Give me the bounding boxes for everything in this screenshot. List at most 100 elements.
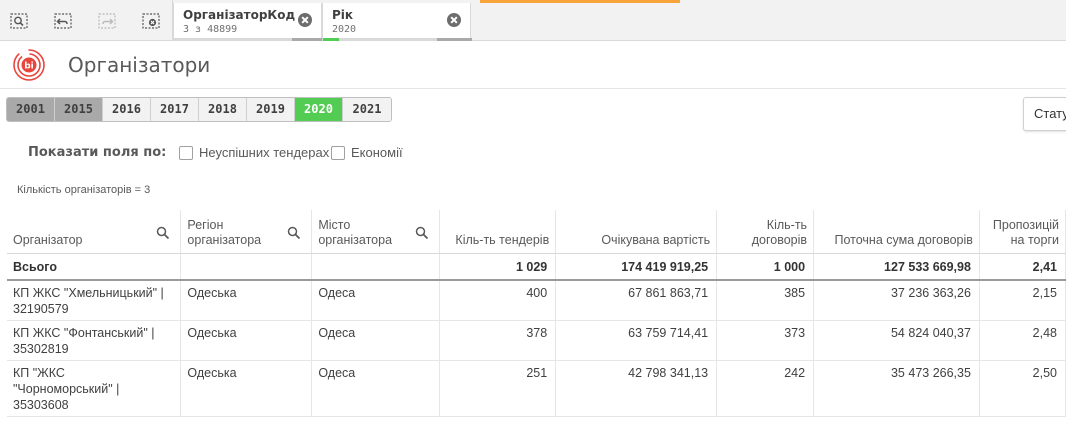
year-button-2015[interactable]: 2015 xyxy=(55,98,103,121)
chip-value: 3 з 48899 xyxy=(183,24,238,35)
chip-title: ОрганізаторКод xyxy=(183,8,296,22)
organizer-cell[interactable]: КП ЖКС "Хмельницький" | 32190579 xyxy=(7,280,182,321)
tenders-cell: 251 xyxy=(439,360,557,417)
close-icon[interactable] xyxy=(298,13,312,27)
expected-value-cell: 67 861 863,71 xyxy=(555,280,718,321)
bids-cell: 2,15 xyxy=(979,280,1066,321)
organizer-name-line: КП "ЖКС xyxy=(13,366,65,380)
step-back-icon[interactable] xyxy=(51,9,73,31)
year-button-2001[interactable]: 2001 xyxy=(7,98,55,121)
app-logo: bi xyxy=(12,48,46,82)
year-button-2017[interactable]: 2017 xyxy=(151,98,199,121)
chip-title: Рік xyxy=(332,8,354,22)
chip-excluded-bar xyxy=(292,38,323,41)
selection-accent-line xyxy=(480,0,680,3)
checkbox-failed-tenders-label[interactable]: Неуспішних тендерах xyxy=(199,145,329,160)
column-header-city[interactable]: Місто організатора xyxy=(311,210,441,254)
column-header-label: Кіль-ть xyxy=(766,217,808,232)
expected-value-cell: 63 759 714,41 xyxy=(555,320,718,361)
checkbox-savings-label[interactable]: Економії xyxy=(351,145,403,160)
page-title: Організатори xyxy=(68,53,211,77)
year-button-2020[interactable]: 2020 xyxy=(295,98,343,121)
column-header-label: на торги xyxy=(1010,232,1059,247)
year-filter: 2001 2015 2016 2017 2018 2019 2020 2021 xyxy=(6,97,392,122)
checkbox-savings[interactable] xyxy=(331,146,345,160)
organizer-name-line: "Чорноморський" | xyxy=(13,382,120,396)
search-icon[interactable] xyxy=(415,226,429,240)
bids-cell: 2,48 xyxy=(979,320,1066,361)
organizer-code-line: 35302819 xyxy=(13,342,69,356)
region-cell[interactable]: Одеська xyxy=(180,280,313,321)
year-button-2018[interactable]: 2018 xyxy=(199,98,247,121)
chip-value: 2020 xyxy=(332,24,357,35)
organizer-code-line: 35303608 xyxy=(13,398,69,412)
table-row[interactable]: КП ЖКС "Фонтанський" | 35302819 Одеська … xyxy=(7,320,1066,361)
year-button-2021[interactable]: 2021 xyxy=(343,98,391,121)
column-header-label: Поточна сума договорів xyxy=(834,232,973,247)
column-header-label: Очікувана вартість xyxy=(601,232,711,247)
organizer-cell[interactable]: КП ЖКС "Фонтанський" | 35302819 xyxy=(7,320,182,361)
totals-row: Всього 1 029 174 419 919,25 1 000 127 53… xyxy=(7,253,1066,281)
total-expected-value: 174 419 919,25 xyxy=(555,253,718,281)
city-cell[interactable]: Одеса xyxy=(311,320,441,361)
city-cell[interactable]: Одеса xyxy=(311,280,441,321)
sort-descending-icon xyxy=(509,253,517,254)
total-bids: 2,41 xyxy=(979,253,1066,281)
organizer-cell[interactable]: КП "ЖКС "Чорноморський" | 35303608 xyxy=(7,360,182,417)
table-cell xyxy=(311,253,441,281)
column-header-label: договорів xyxy=(751,232,808,247)
selection-bar: ОрганізаторКод 3 з 48899 Рік 2020 xyxy=(0,0,1066,41)
organizers-count: Кількість організаторів = 3 xyxy=(17,184,151,196)
column-header-label: Організатор xyxy=(13,232,83,247)
year-button-2019[interactable]: 2019 xyxy=(247,98,295,121)
column-header-contracts[interactable]: Кіль-ть договорів xyxy=(716,210,815,254)
smart-search-icon[interactable] xyxy=(7,9,29,31)
column-header-label: Кіль-ть тендерів xyxy=(455,232,550,247)
column-header-label: Пропозицій xyxy=(992,217,1059,232)
total-contracts: 1 000 xyxy=(716,253,815,281)
organizer-name-line: КП ЖКС "Хмельницький" | xyxy=(13,286,164,300)
total-contracts-sum: 127 533 669,98 xyxy=(813,253,980,281)
table-row[interactable]: КП ЖКС "Хмельницький" | 32190579 Одеська… xyxy=(7,280,1066,321)
contracts-sum-cell: 54 824 040,37 xyxy=(813,320,980,361)
column-header-tenders[interactable]: Кіль-ть тендерів xyxy=(439,210,557,254)
search-icon[interactable] xyxy=(287,226,301,240)
status-dropdown[interactable]: Стату xyxy=(1023,97,1066,131)
chip-selected-bar xyxy=(323,38,340,41)
clear-selections-icon[interactable] xyxy=(139,9,161,31)
tenders-cell: 400 xyxy=(439,280,557,321)
show-fields-label: Показати поля по: xyxy=(28,145,167,160)
header-divider xyxy=(0,88,1066,89)
table-row[interactable]: КП "ЖКС "Чорноморський" | 35303608 Одесь… xyxy=(7,360,1066,417)
region-cell[interactable]: Одеська xyxy=(180,360,313,417)
year-button-2016[interactable]: 2016 xyxy=(103,98,151,121)
city-cell[interactable]: Одеса xyxy=(311,360,441,417)
search-icon[interactable] xyxy=(156,226,170,240)
region-cell[interactable]: Одеська xyxy=(180,320,313,361)
column-header-region[interactable]: Регіон організатора xyxy=(180,210,313,254)
column-header-organizer[interactable]: Організатор xyxy=(7,210,182,254)
selection-chip-organizer-code[interactable]: ОрганізаторКод 3 з 48899 xyxy=(173,3,323,41)
table-header-row: Організатор Регіон організатора Місто ор… xyxy=(7,210,1066,254)
expected-value-cell: 42 798 341,13 xyxy=(555,360,718,417)
selection-chip-year[interactable]: Рік 2020 xyxy=(322,3,472,41)
organizers-table: Організатор Регіон організатора Місто ор… xyxy=(7,210,1066,424)
close-icon[interactable] xyxy=(447,13,461,27)
step-forward-icon[interactable] xyxy=(95,9,117,31)
column-header-contracts-sum[interactable]: Поточна сума договорів xyxy=(813,210,980,254)
logo-text: bi xyxy=(24,62,34,72)
contracts-cell: 373 xyxy=(716,320,815,361)
chip-excluded-bar xyxy=(437,38,472,41)
organizer-name-line: КП ЖКС "Фонтанський" | xyxy=(13,326,155,340)
status-dropdown-label: Стату xyxy=(1034,106,1066,121)
contracts-sum-cell: 35 473 266,35 xyxy=(813,360,980,417)
contracts-sum-cell: 37 236 363,26 xyxy=(813,280,980,321)
table-cell xyxy=(180,253,313,281)
organizer-code-line: 32190579 xyxy=(13,302,69,316)
contracts-cell: 385 xyxy=(716,280,815,321)
column-header-bids[interactable]: Пропозицій на торги xyxy=(979,210,1066,254)
column-header-expected-value[interactable]: Очікувана вартість xyxy=(555,210,718,254)
checkbox-failed-tenders[interactable] xyxy=(179,146,193,160)
bids-cell: 2,50 xyxy=(979,360,1066,417)
tenders-cell: 378 xyxy=(439,320,557,361)
